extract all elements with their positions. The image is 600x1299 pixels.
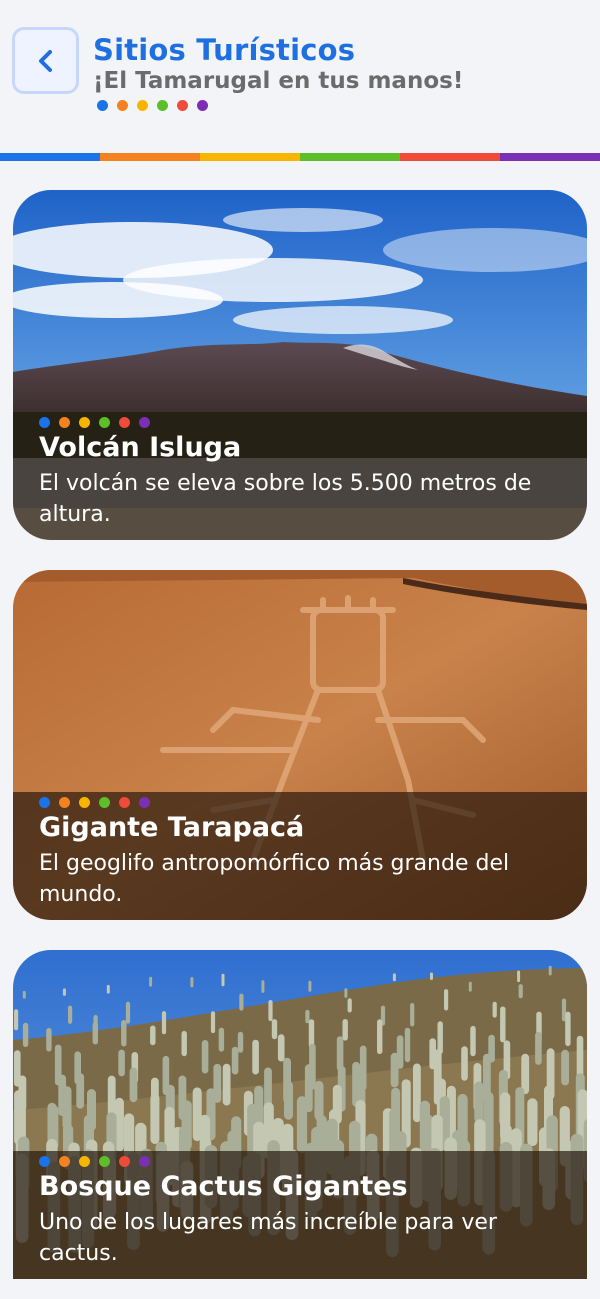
card-caption: Bosque Cactus Gigantes Uno de los lugare… [13,1151,587,1279]
dot-green [99,1156,110,1167]
dot-green [99,417,110,428]
color-dots [97,100,208,111]
page-subtitle: ¡El Tamarugal en tus manos! [93,68,464,94]
site-card-bosque-cactus[interactable]: Bosque Cactus Gigantes Uno de los lugare… [13,950,587,1279]
card-description: El geoglifo antropomórfico más grande de… [39,851,510,907]
dot-purple [197,100,208,111]
card-caption: Volcán Isluga El volcán se eleva sobre l… [13,412,587,540]
dot-purple [139,417,150,428]
dot-red [119,1156,130,1167]
dot-orange [59,797,70,808]
dot-red [177,100,188,111]
card-description: El volcán se eleva sobre los 5.500 metro… [39,471,532,527]
card-caption: Gigante Tarapacá El geoglifo antropomórf… [13,792,587,920]
dot-orange [59,1156,70,1167]
dot-purple [139,1156,150,1167]
card-title: Bosque Cactus Gigantes [39,1171,408,1202]
page-title: Sitios Turísticos [93,33,356,67]
header: Sitios Turísticos ¡El Tamarugal en tus m… [0,0,600,160]
card-title: Volcán Isluga [39,432,242,463]
dot-red [119,417,130,428]
dot-blue [97,100,108,111]
card-description: Uno de los lugares más increíble para ve… [39,1210,497,1266]
dot-orange [59,417,70,428]
dot-red [119,797,130,808]
dot-yellow [79,417,90,428]
site-card-gigante-tarapaca[interactable]: Gigante Tarapacá El geoglifo antropomórf… [13,570,587,920]
dot-yellow [79,797,90,808]
card-color-dots [39,1156,150,1167]
site-card-volcan-isluga[interactable]: Volcán Isluga El volcán se eleva sobre l… [13,190,587,540]
dot-blue [39,417,50,428]
dot-orange [117,100,128,111]
card-color-dots [39,797,150,808]
color-stripe [0,153,600,161]
dot-green [99,797,110,808]
dot-yellow [137,100,148,111]
dot-blue [39,797,50,808]
dot-purple [139,797,150,808]
dot-green [157,100,168,111]
back-button[interactable] [12,27,79,94]
chevron-left-icon [38,49,52,72]
card-title: Gigante Tarapacá [39,812,305,843]
dot-blue [39,1156,50,1167]
card-color-dots [39,417,150,428]
dot-yellow [79,1156,90,1167]
